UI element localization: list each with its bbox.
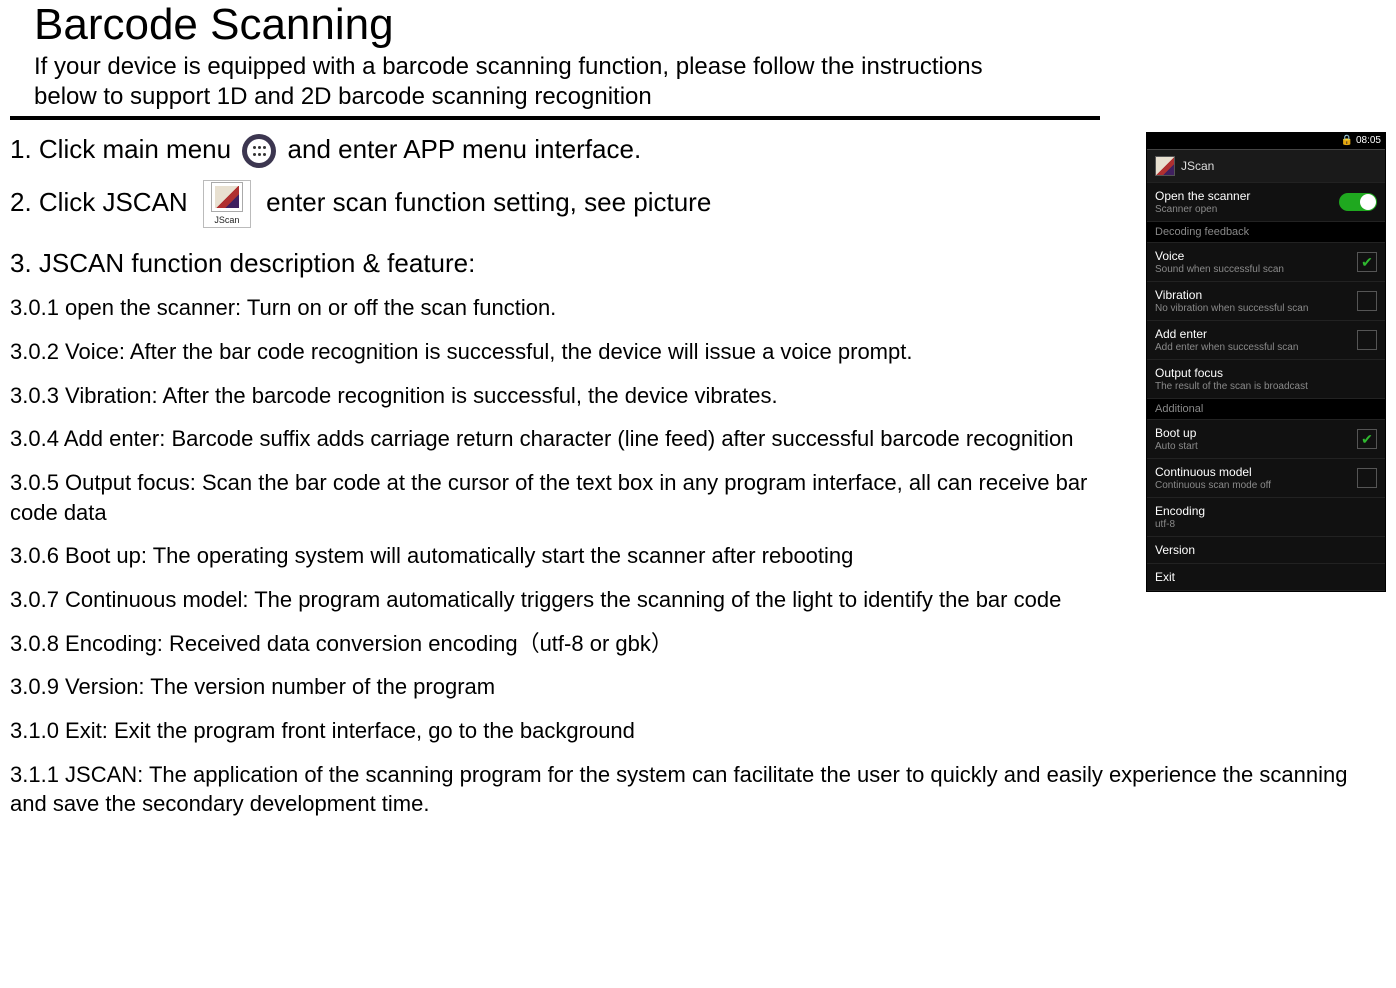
checkbox-checked-icon[interactable]: ✔ [1357, 429, 1377, 449]
row-continuous-model[interactable]: Continuous model Continuous scan mode of… [1147, 459, 1385, 498]
row-sub: Auto start [1155, 441, 1198, 452]
row-title: Output focus [1155, 366, 1308, 380]
row-title: Version [1155, 543, 1195, 557]
row-sub: Sound when successful scan [1155, 264, 1284, 275]
divider [10, 116, 1100, 120]
row-version[interactable]: Version [1147, 537, 1385, 564]
desc-item-309: 3.0.9 Version: The version number of the… [10, 672, 1386, 702]
subtitle-line-1: If your device is equipped with a barcod… [34, 52, 1386, 82]
page-title: Barcode Scanning [34, 0, 1386, 50]
desc-item-310: 3.1.0 Exit: Exit the program front inter… [10, 716, 1386, 746]
row-title: Open the scanner [1155, 189, 1250, 203]
row-title: Vibration [1155, 288, 1308, 302]
checkbox-unchecked-icon[interactable]: ✔ [1357, 291, 1377, 311]
subtitle-line-2: below to support 1D and 2D barcode scann… [34, 82, 1386, 112]
row-sub: Scanner open [1155, 204, 1250, 215]
main-menu-icon [242, 134, 276, 168]
toggle-on-icon[interactable] [1339, 193, 1377, 211]
row-title: Continuous model [1155, 465, 1271, 479]
row-add-enter[interactable]: Add enter Add enter when successful scan… [1147, 321, 1385, 360]
checkbox-unchecked-icon[interactable]: ✔ [1357, 330, 1377, 350]
row-sub: No vibration when successful scan [1155, 303, 1308, 314]
section-decoding-feedback: Decoding feedback [1147, 222, 1385, 243]
section-additional: Additional [1147, 399, 1385, 420]
app-title: JScan [1181, 159, 1214, 173]
row-title: Encoding [1155, 504, 1205, 518]
row-sub: The result of the scan is broadcast [1155, 381, 1308, 392]
lock-icon: 🔒 [1341, 135, 1353, 146]
desc-item-308: 3.0.8 Encoding: Received data conversion… [10, 629, 1386, 659]
row-sub: Add enter when successful scan [1155, 342, 1298, 353]
phone-screenshot: 🔒 08:05 JScan Open the scanner Scanner o… [1146, 132, 1386, 592]
row-encoding[interactable]: Encoding utf-8 [1147, 498, 1385, 537]
row-title: Voice [1155, 249, 1284, 263]
step-1-text-a: 1. Click main menu [10, 134, 238, 164]
row-exit[interactable]: Exit [1147, 564, 1385, 591]
desc-item-311: 3.1.1 JSCAN: The application of the scan… [10, 760, 1386, 819]
step-1-text-b: and enter APP menu interface. [288, 134, 642, 164]
jscan-mini-icon [1155, 156, 1175, 176]
status-time: 08:05 [1356, 135, 1381, 146]
row-vibration[interactable]: Vibration No vibration when successful s… [1147, 282, 1385, 321]
jscan-app-icon: JScan [203, 180, 251, 228]
checkbox-checked-icon[interactable]: ✔ [1357, 252, 1377, 272]
row-boot-up[interactable]: Boot up Auto start ✔ [1147, 420, 1385, 459]
row-sub: utf-8 [1155, 519, 1205, 530]
row-title: Add enter [1155, 327, 1298, 341]
row-output-focus[interactable]: Output focus The result of the scan is b… [1147, 360, 1385, 399]
checkbox-unchecked-icon[interactable]: ✔ [1357, 468, 1377, 488]
row-sub: Continuous scan mode off [1155, 480, 1271, 491]
row-title: Exit [1155, 570, 1175, 584]
step-2-text-b: enter scan function setting, see picture [266, 187, 711, 217]
row-voice[interactable]: Voice Sound when successful scan ✔ [1147, 243, 1385, 282]
jscan-icon-label: JScan [214, 214, 239, 226]
app-header: JScan [1147, 149, 1385, 183]
step-2-text-a: 2. Click JSCAN [10, 187, 195, 217]
status-bar: 🔒 08:05 [1147, 133, 1385, 149]
row-title: Boot up [1155, 426, 1198, 440]
row-open-scanner[interactable]: Open the scanner Scanner open [1147, 183, 1385, 222]
